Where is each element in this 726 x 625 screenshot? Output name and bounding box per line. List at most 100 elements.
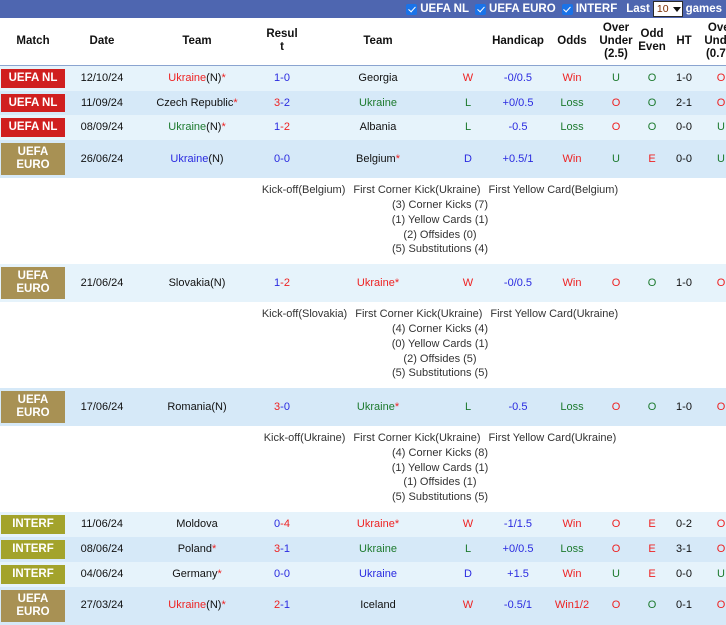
result-outcome: L [448, 388, 488, 426]
away-team[interactable]: Ukraine [308, 537, 448, 562]
odds-result: Win [548, 512, 596, 537]
detail-spacer [0, 178, 138, 264]
odds-result: Win [548, 264, 596, 302]
col-header-result[interactable]: Resul t [256, 18, 308, 65]
away-team[interactable]: Iceland [308, 587, 448, 625]
league-badge-cell[interactable]: INTERF [0, 512, 66, 537]
home-team[interactable]: Ukraine(N)* [138, 587, 256, 625]
table-row[interactable]: INTERF08/06/24Poland*3-1UkraineL+0/0.5Lo… [0, 537, 726, 562]
filter-interf[interactable]: INTERF [562, 3, 618, 15]
table-row[interactable]: UEFA EURO21/06/24Slovakia(N)1-2Ukraine* W… [0, 264, 726, 302]
match-score[interactable]: 1-2 [256, 264, 308, 302]
over-under-075-value: O [700, 91, 726, 116]
away-team[interactable]: Ukraine [308, 562, 448, 587]
home-team[interactable]: Germany* [138, 562, 256, 587]
halftime-score: 1-0 [668, 65, 700, 90]
table-row[interactable]: UEFA EURO17/06/24Romania(N)3-0Ukraine*L-… [0, 388, 726, 426]
away-team[interactable]: Belgium* [308, 140, 448, 178]
col-header-date[interactable]: Date [66, 18, 138, 65]
games-count-select[interactable]: 10 [653, 1, 683, 17]
match-detail-row: Kick-off(Slovakia)First Corner Kick(Ukra… [0, 302, 726, 388]
score-away: 0 [284, 153, 290, 165]
table-row[interactable]: INTERF11/06/24Moldova0-4Ukraine*W-1/1.5W… [0, 512, 726, 537]
away-team[interactable]: Ukraine* [308, 512, 448, 537]
table-row[interactable]: UEFA EURO26/06/24Ukraine(N)0-0Belgium*D+… [0, 140, 726, 178]
away-team[interactable]: Ukraine* [308, 388, 448, 426]
home-team-neutral-flag: (N) [211, 401, 226, 413]
checkbox-checked-icon[interactable] [562, 4, 573, 15]
league-badge-cell[interactable]: UEFA NL [0, 91, 66, 116]
col-header-match[interactable]: Match [0, 18, 66, 65]
match-score[interactable]: 1-2 [256, 115, 308, 140]
home-team[interactable]: Ukraine(N)* [138, 115, 256, 140]
home-team-star-icon: * [221, 72, 225, 84]
col-header-odd-even[interactable]: Odd Even [636, 18, 668, 65]
checkbox-checked-icon[interactable] [406, 4, 417, 15]
match-score[interactable]: 0-0 [256, 562, 308, 587]
col-header-team-away[interactable]: Team [308, 18, 448, 65]
home-team[interactable]: Ukraine(N)* [138, 65, 256, 90]
league-badge-cell[interactable]: UEFA EURO [0, 264, 66, 302]
table-row[interactable]: UEFA NL12/10/24Ukraine(N)*1-0GeorgiaW-0/… [0, 65, 726, 90]
filter-uefa-nl[interactable]: UEFA NL [406, 3, 469, 15]
home-team[interactable]: Poland* [138, 537, 256, 562]
over-under-075-value: U [700, 562, 726, 587]
match-score[interactable]: 1-0 [256, 65, 308, 90]
league-badge-cell[interactable]: INTERF [0, 537, 66, 562]
match-date: 21/06/24 [66, 264, 138, 302]
match-score[interactable]: 3-0 [256, 388, 308, 426]
league-badge-cell[interactable]: UEFA NL [0, 65, 66, 90]
league-badge-cell[interactable]: UEFA EURO [0, 587, 66, 625]
col-header-over-under-075[interactable]: Over Under (0.75) [700, 18, 726, 65]
checkbox-checked-icon[interactable] [475, 4, 486, 15]
away-team[interactable]: Georgia [308, 65, 448, 90]
odd-even-value: E [636, 562, 668, 587]
home-team-name: Slovakia [169, 277, 211, 289]
home-team[interactable]: Slovakia(N) [138, 264, 256, 302]
detail-stat-line: (4) Corner Kicks (4) [139, 322, 726, 337]
detail-stat-line: (5) Substitutions (5) [139, 490, 726, 505]
score-away: 0 [284, 401, 290, 413]
home-team-name: Ukraine [168, 121, 206, 133]
filter-uefa-euro[interactable]: UEFA EURO [475, 3, 556, 15]
match-score[interactable]: 3-1 [256, 537, 308, 562]
away-team[interactable]: Ukraine [308, 91, 448, 116]
league-badge-cell[interactable]: UEFA EURO [0, 388, 66, 426]
league-badge-cell[interactable]: INTERF [0, 562, 66, 587]
filter-toolbar: UEFA NL UEFA EURO INTERF Last 10 games [0, 0, 726, 18]
odd-even-value: E [636, 537, 668, 562]
table-row[interactable]: UEFA EURO27/03/24Ukraine(N)*2-1IcelandW-… [0, 587, 726, 625]
col-header-team-home[interactable]: Team [138, 18, 256, 65]
chevron-down-icon [673, 7, 681, 12]
odds-result: Loss [548, 115, 596, 140]
match-score[interactable]: 3-2 [256, 91, 308, 116]
away-team[interactable]: Ukraine* [308, 264, 448, 302]
home-team-neutral-flag: (N) [206, 72, 221, 84]
match-score[interactable]: 0-0 [256, 140, 308, 178]
halftime-score: 0-0 [668, 562, 700, 587]
match-score[interactable]: 2-1 [256, 587, 308, 625]
odds-result: Loss [548, 537, 596, 562]
home-team[interactable]: Moldova [138, 512, 256, 537]
home-team-name: Moldova [176, 518, 218, 530]
away-team-name: Iceland [360, 599, 395, 611]
table-row[interactable]: UEFA NL11/09/24Czech Republic*3-2Ukraine… [0, 91, 726, 116]
home-team[interactable]: Romania(N) [138, 388, 256, 426]
match-score[interactable]: 0-4 [256, 512, 308, 537]
col-header-handicap[interactable]: Handicap [488, 18, 548, 65]
away-team-name: Georgia [358, 72, 397, 84]
table-row[interactable]: INTERF04/06/24Germany*0-0UkraineD+1.5Win… [0, 562, 726, 587]
home-team[interactable]: Czech Republic* [138, 91, 256, 116]
detail-first-corner: First Corner Kick(Ukraine) [355, 308, 482, 320]
league-badge-cell[interactable]: UEFA EURO [0, 140, 66, 178]
col-header-over-under-25[interactable]: Over Under (2.5) [596, 18, 636, 65]
match-detail-content: Kick-off(Slovakia)First Corner Kick(Ukra… [139, 305, 726, 385]
col-header-ht[interactable]: HT [668, 18, 700, 65]
home-team[interactable]: Ukraine(N) [138, 140, 256, 178]
league-badge-cell[interactable]: UEFA NL [0, 115, 66, 140]
col-header-odds[interactable]: Odds [548, 18, 596, 65]
table-row[interactable]: UEFA NL08/09/24Ukraine(N)*1-2AlbaniaL-0.… [0, 115, 726, 140]
away-team[interactable]: Albania [308, 115, 448, 140]
score-away: 1 [284, 543, 290, 555]
filter-interf-label: INTERF [576, 3, 618, 15]
